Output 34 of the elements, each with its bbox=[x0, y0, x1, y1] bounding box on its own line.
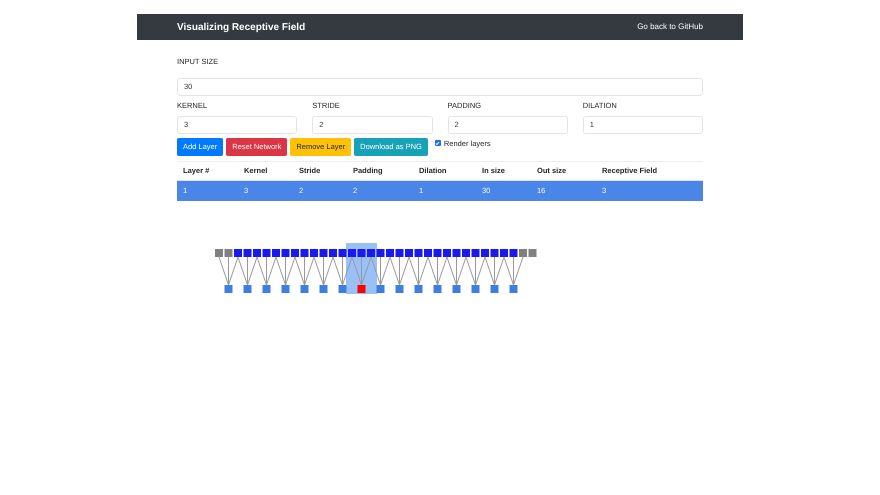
input-node bbox=[462, 248, 470, 256]
input-node bbox=[338, 248, 346, 256]
input-node bbox=[282, 248, 290, 256]
input-node bbox=[272, 248, 280, 256]
input-node bbox=[376, 248, 384, 256]
padding-node bbox=[519, 248, 527, 256]
input-node bbox=[414, 248, 422, 256]
input-node bbox=[300, 248, 308, 256]
padding-node bbox=[528, 248, 536, 256]
input-node bbox=[443, 248, 451, 256]
input-node bbox=[291, 248, 299, 256]
render-checkbox[interactable] bbox=[434, 140, 441, 146]
input-node bbox=[234, 248, 242, 256]
input-node bbox=[386, 248, 394, 256]
input-node bbox=[244, 248, 252, 256]
padding-node bbox=[215, 248, 223, 256]
input-node bbox=[405, 248, 413, 256]
input-node bbox=[452, 248, 460, 256]
navbar-title: Visualizing Receptive Field bbox=[177, 20, 306, 34]
input-node bbox=[500, 248, 508, 256]
input-node bbox=[490, 248, 498, 256]
input-node bbox=[320, 248, 328, 256]
padding-node bbox=[224, 248, 232, 256]
input-node bbox=[262, 248, 270, 256]
input-node bbox=[481, 248, 489, 256]
input-node bbox=[253, 248, 261, 256]
input-node bbox=[329, 248, 337, 256]
input-node bbox=[472, 248, 480, 256]
input-node bbox=[424, 248, 432, 256]
input-node bbox=[434, 248, 442, 256]
input-node bbox=[310, 248, 318, 256]
input-node bbox=[510, 248, 518, 256]
github-link[interactable]: Go back to GitHub bbox=[637, 21, 703, 33]
input-node bbox=[396, 248, 404, 256]
